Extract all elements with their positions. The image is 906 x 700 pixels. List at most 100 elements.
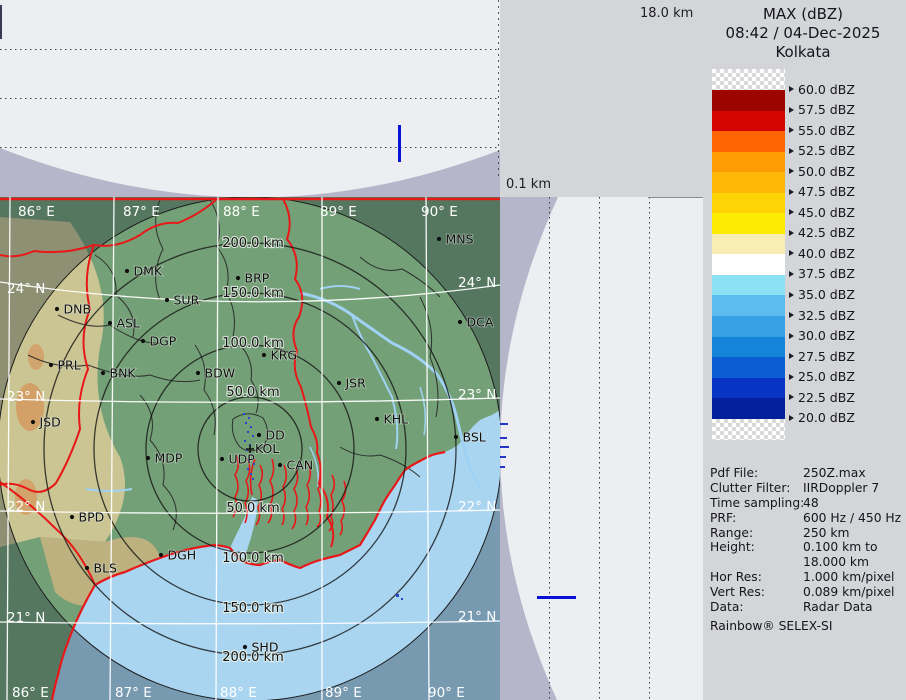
scale-band xyxy=(712,172,785,193)
city-label: DGP xyxy=(150,334,177,349)
detail-label: Range: xyxy=(710,526,803,541)
tick-arrow-icon xyxy=(789,333,794,339)
graticule-label: 21° N xyxy=(458,609,496,625)
city-dot xyxy=(159,553,163,557)
axis-tick xyxy=(0,5,2,39)
city-label: UDP xyxy=(229,452,256,467)
detail-row: PRF:600 Hz / 450 Hz xyxy=(710,511,906,526)
tick-arrow-icon xyxy=(789,415,794,421)
city-label: MNS xyxy=(446,232,474,247)
city-dot xyxy=(141,339,145,343)
scale-tick: 42.5 dBZ xyxy=(789,226,855,240)
tick-arrow-icon xyxy=(789,127,794,133)
radar-echo-cell xyxy=(401,598,403,600)
graticule-label: 23° N xyxy=(7,389,45,405)
scale-band xyxy=(712,193,785,214)
city-dot xyxy=(196,371,200,375)
city-dot xyxy=(146,456,150,460)
city-label: KRG xyxy=(271,348,298,363)
tick-label: 47.5 dBZ xyxy=(798,184,855,199)
tick-arrow-icon xyxy=(789,292,794,298)
graticule-label: 89° E xyxy=(325,685,362,700)
radar-application-window: 18.0 km 0.1 km xyxy=(0,0,906,700)
height-gridline xyxy=(599,197,600,700)
scale-tick: 52.5 dBZ xyxy=(789,144,855,158)
detail-label: Hor Res: xyxy=(710,570,803,585)
beam-blindzone-shadow-top xyxy=(0,0,500,197)
radar-map: 200.0 km150.0 km100.0 km50.0 km50.0 km10… xyxy=(0,197,500,700)
city-label: MDP xyxy=(155,451,183,466)
tick-label: 55.0 dBZ xyxy=(798,123,855,138)
city-dot xyxy=(55,307,59,311)
station-name: Kolkata xyxy=(703,43,903,62)
tick-arrow-icon xyxy=(789,374,794,380)
city-label: BNK xyxy=(110,366,137,381)
radar-echo-cell xyxy=(248,417,250,419)
height-gridline xyxy=(549,197,550,700)
radar-echo-cell xyxy=(396,594,399,597)
tick-label: 37.5 dBZ xyxy=(798,266,855,281)
city-dot xyxy=(454,435,458,439)
scale-band xyxy=(712,131,785,152)
scale-band xyxy=(712,69,785,90)
tick-label: 52.5 dBZ xyxy=(798,143,855,158)
range-ring-label: 150.0 km xyxy=(222,286,284,301)
tick-arrow-icon xyxy=(789,394,794,400)
scale-tick: 20.0 dBZ xyxy=(789,411,855,425)
city-dot xyxy=(262,353,266,357)
tick-label: 22.5 dBZ xyxy=(798,390,855,405)
radar-site-label: KOL xyxy=(255,441,279,456)
detail-value: 0.089 km/pixel xyxy=(803,585,906,600)
graticule-label: 24° N xyxy=(7,281,45,297)
tick-label: 45.0 dBZ xyxy=(798,205,855,220)
scale-tick: 30.0 dBZ xyxy=(789,329,855,343)
tick-arrow-icon xyxy=(789,148,794,154)
scale-band xyxy=(712,254,785,275)
detail-rows: Pdf File:250Z.maxClutter Filter:IIRDoppl… xyxy=(710,466,906,615)
legend-panel: MAX (dBZ) 08:42 / 04-Dec-2025 Kolkata 60… xyxy=(703,0,906,700)
range-ring-label: 50.0 km xyxy=(226,501,279,516)
detail-row: 18.000 km xyxy=(710,555,906,570)
tick-label: 50.0 dBZ xyxy=(798,164,855,179)
scale-band xyxy=(712,357,785,378)
tick-label: 60.0 dBZ xyxy=(798,82,855,97)
graticule-label: 22° N xyxy=(7,499,45,515)
tick-arrow-icon xyxy=(789,209,794,215)
scale-tick: 37.5 dBZ xyxy=(789,267,855,281)
tick-label: 40.0 dBZ xyxy=(798,246,855,261)
city-dot xyxy=(49,363,53,367)
scale-tick: 45.0 dBZ xyxy=(789,205,855,219)
graticule-label: 86° E xyxy=(12,685,49,700)
graticule-label: 22° N xyxy=(458,499,496,515)
side-height-profile-panel xyxy=(500,197,703,700)
tick-arrow-icon xyxy=(789,250,794,256)
echo-height-marker-top xyxy=(398,125,401,162)
tick-label: 32.5 dBZ xyxy=(798,308,855,323)
city-label: BPD xyxy=(79,510,105,525)
detail-row: Vert Res:0.089 km/pixel xyxy=(710,585,906,600)
detail-row: Pdf File:250Z.max xyxy=(710,466,906,481)
scale-band xyxy=(712,213,785,234)
top-height-profile-panel xyxy=(0,0,500,197)
city-dot xyxy=(236,276,240,280)
scale-band xyxy=(712,275,785,296)
tick-arrow-icon xyxy=(789,271,794,277)
detail-label: PRF: xyxy=(710,511,803,526)
city-dot xyxy=(437,237,441,241)
scale-tick: 35.0 dBZ xyxy=(789,288,855,302)
tick-arrow-icon xyxy=(789,230,794,236)
detail-label: Data: xyxy=(710,600,803,615)
city-label: ASL xyxy=(117,316,140,331)
city-dot xyxy=(337,381,341,385)
graticule-label: 87° E xyxy=(123,204,160,220)
city-label: PRL xyxy=(58,358,81,373)
city-dot xyxy=(458,320,462,324)
scale-tick: 32.5 dBZ xyxy=(789,308,855,322)
panel-edge-line xyxy=(648,197,703,198)
city-dot xyxy=(70,515,74,519)
city-dot xyxy=(278,463,282,467)
legend-title-block: MAX (dBZ) 08:42 / 04-Dec-2025 Kolkata xyxy=(703,5,903,62)
range-ring-label: 200.0 km xyxy=(222,236,284,251)
city-label: KHL xyxy=(384,412,409,427)
city-label: JSD xyxy=(39,415,61,430)
